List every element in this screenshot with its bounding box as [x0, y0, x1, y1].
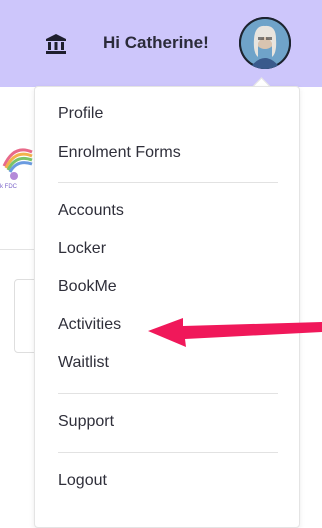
- menu-item-profile[interactable]: Profile: [58, 105, 103, 123]
- menu-separator: [58, 452, 278, 453]
- menu-item-logout[interactable]: Logout: [58, 472, 107, 490]
- background-caption: k FDC: [0, 184, 17, 190]
- menu-separator: [58, 393, 278, 394]
- user-avatar[interactable]: [239, 17, 291, 69]
- menu-item-activities[interactable]: Activities: [58, 316, 121, 334]
- top-bar: Hi Catherine!: [0, 0, 322, 87]
- menu-item-accounts[interactable]: Accounts: [58, 202, 124, 220]
- menu-item-enrolment-forms[interactable]: Enrolment Forms: [58, 144, 181, 162]
- menu-separator: [58, 182, 278, 183]
- menu-item-bookme[interactable]: BookMe: [58, 278, 117, 296]
- bank-icon[interactable]: [44, 32, 68, 56]
- menu-item-waitlist[interactable]: Waitlist: [58, 354, 109, 372]
- menu-item-support[interactable]: Support: [58, 413, 114, 431]
- user-greeting[interactable]: Hi Catherine!: [103, 33, 209, 53]
- menu-item-locker[interactable]: Locker: [58, 240, 106, 258]
